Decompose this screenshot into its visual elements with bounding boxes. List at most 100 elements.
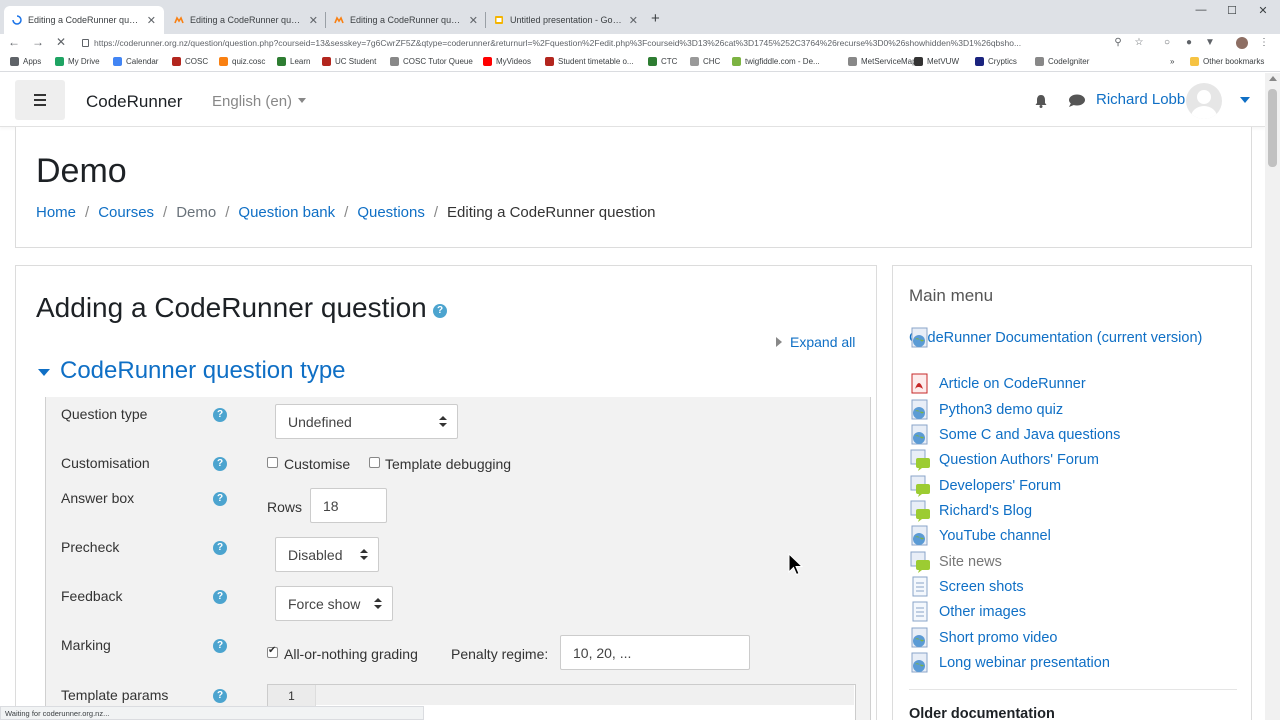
rows-input[interactable]: 18 xyxy=(310,488,387,523)
help-icon[interactable]: ? xyxy=(433,304,447,318)
main-menu-item-label: Screen shots xyxy=(939,579,1024,595)
bookmarks-overflow-icon[interactable]: » xyxy=(1170,57,1174,66)
forward-arrow-icon[interactable]: → xyxy=(32,35,44,49)
bookmark-item[interactable]: MetVUW xyxy=(914,57,959,66)
help-icon[interactable]: ? xyxy=(213,639,227,653)
precheck-select[interactable]: Disabled xyxy=(275,537,379,572)
customise-checkbox[interactable] xyxy=(267,457,278,468)
template-debugging-checkbox[interactable] xyxy=(369,457,380,468)
main-menu-item[interactable]: Other images xyxy=(909,601,1229,623)
bookmark-item[interactable]: UC Student xyxy=(322,57,376,66)
help-icon[interactable]: ? xyxy=(213,408,227,422)
messages-icon[interactable] xyxy=(1068,94,1086,108)
extension-icon[interactable]: ○ xyxy=(1161,37,1173,49)
collapse-chevron-icon[interactable] xyxy=(38,369,50,376)
tab-close-icon[interactable]: ✕ xyxy=(147,14,156,27)
bookmark-item[interactable]: My Drive xyxy=(55,57,100,66)
back-arrow-icon[interactable]: ← xyxy=(8,35,20,49)
hamburger-menu-button[interactable] xyxy=(15,80,65,120)
editor-active-line[interactable] xyxy=(316,685,854,705)
bookmark-star-icon[interactable]: ☆ xyxy=(1133,37,1145,49)
browser-tab-1[interactable]: Editing a CodeRunner question ✕ xyxy=(4,6,164,34)
help-icon[interactable]: ? xyxy=(213,541,227,555)
browser-menu-icon[interactable]: ⋮ xyxy=(1258,37,1270,49)
bookmark-item[interactable]: COSC xyxy=(172,57,208,66)
crest-icon xyxy=(322,57,331,66)
close-window-icon[interactable]: ✕ xyxy=(1253,4,1273,17)
breadcrumb-home[interactable]: Home xyxy=(36,204,76,221)
tab-close-icon[interactable]: ✕ xyxy=(309,14,318,27)
browser-tab-4[interactable]: Untitled presentation - Google S ✕ xyxy=(486,6,646,34)
feedback-select[interactable]: Force show xyxy=(275,586,393,621)
user-name[interactable]: Richard Lobb xyxy=(1096,91,1185,108)
bookmark-item[interactable]: Calendar xyxy=(113,57,158,66)
breadcrumb-question-bank[interactable]: Question bank xyxy=(238,204,335,221)
bookmark-item[interactable]: CTC xyxy=(648,57,677,66)
help-icon[interactable]: ? xyxy=(213,689,227,703)
zoom-icon[interactable]: ⚲ xyxy=(1112,37,1124,49)
help-icon[interactable]: ? xyxy=(213,492,227,506)
caret-right-icon xyxy=(776,337,782,347)
user-avatar[interactable] xyxy=(1186,83,1222,119)
main-menu-item[interactable]: YouTube channel xyxy=(909,525,1229,547)
scrollbar-thumb[interactable] xyxy=(1268,89,1277,167)
all-or-nothing-checkbox[interactable] xyxy=(267,645,278,658)
main-menu-item[interactable]: Some C and Java questions xyxy=(909,424,1229,446)
bookmark-item[interactable]: MyVideos xyxy=(483,57,531,66)
other-bookmarks-folder[interactable]: Other bookmarks xyxy=(1190,57,1264,66)
main-menu-item[interactable]: Article on CodeRunner xyxy=(909,373,1229,395)
bookmark-item[interactable]: twigfiddle.com - De... xyxy=(732,57,820,66)
main-menu-item[interactable]: Short promo video xyxy=(909,627,1229,649)
scroll-up-icon[interactable] xyxy=(1269,76,1277,81)
expand-all-link[interactable]: Expand all xyxy=(776,334,855,350)
template-params-label: Template params xyxy=(61,687,169,703)
slides-icon xyxy=(495,16,503,24)
section-title[interactable]: CodeRunner question type xyxy=(60,357,346,385)
address-toolbar: ← → ✕ https://coderunner.org.nz/question… xyxy=(0,34,1280,54)
main-menu-item[interactable]: Site news xyxy=(909,551,1229,573)
page-scrollbar[interactable] xyxy=(1265,73,1280,720)
main-menu-item[interactable]: Richard's Blog xyxy=(909,500,1229,522)
breadcrumb-questions[interactable]: Questions xyxy=(357,204,425,221)
bookmark-item[interactable]: MetServiceMap xyxy=(848,57,917,66)
browser-tab-3[interactable]: Editing a CodeRunner question ✕ xyxy=(326,6,486,34)
bookmark-item[interactable]: Learn xyxy=(277,57,310,66)
main-menu-item[interactable]: Python3 demo quiz xyxy=(909,399,1229,421)
extension-icon[interactable]: ● xyxy=(1183,37,1195,49)
new-tab-button[interactable]: + xyxy=(651,10,660,27)
user-menu-caret-icon[interactable] xyxy=(1240,97,1250,103)
bookmark-item[interactable]: CHC xyxy=(690,57,720,66)
tab-close-icon[interactable]: ✕ xyxy=(469,14,478,27)
breadcrumb-courses[interactable]: Courses xyxy=(98,204,154,221)
main-menu-item-label: Richard's Blog xyxy=(939,503,1033,519)
bookmark-item[interactable]: CodeIgniter xyxy=(1035,57,1089,66)
extension-icon[interactable]: ▼ xyxy=(1204,37,1216,49)
penalty-regime-input[interactable]: 10, 20, ... xyxy=(560,635,750,670)
main-menu-item[interactable]: Developers' Forum xyxy=(909,475,1229,497)
browser-tab-2[interactable]: Editing a CodeRunner question ✕ xyxy=(166,6,326,34)
bookmark-item[interactable]: quiz.cosc xyxy=(219,57,265,66)
bookmark-item[interactable]: Student timetable o... xyxy=(545,57,634,66)
url-bar[interactable]: https://coderunner.org.nz/question/quest… xyxy=(78,35,1134,52)
tab-close-icon[interactable]: ✕ xyxy=(629,14,638,27)
main-menu-item[interactable]: Screen shots xyxy=(909,576,1229,598)
forum-icon xyxy=(910,475,930,497)
bookmark-item[interactable]: COSC Tutor Queue xyxy=(390,57,473,66)
bookmark-item[interactable]: Cryptics xyxy=(975,57,1017,66)
site-brand[interactable]: CodeRunner xyxy=(86,92,182,112)
main-menu-item[interactable]: CodeRunner Documentation (current versio… xyxy=(909,327,1229,349)
notification-bell-icon[interactable] xyxy=(1034,94,1048,108)
question-type-select[interactable]: Undefined xyxy=(275,404,458,439)
minimize-icon[interactable]: — xyxy=(1191,4,1211,16)
maximize-icon[interactable]: ☐ xyxy=(1222,4,1242,17)
breadcrumb: Home / Courses / Demo / Question bank / Question… xyxy=(36,204,656,221)
bookmark-item[interactable]: Apps xyxy=(10,57,41,66)
stop-loading-icon[interactable]: ✕ xyxy=(56,35,66,49)
profile-avatar-icon[interactable] xyxy=(1236,37,1248,49)
main-menu-item[interactable]: Long webinar presentation xyxy=(909,652,1229,674)
language-menu[interactable]: English (en) xyxy=(212,93,307,110)
help-icon[interactable]: ? xyxy=(213,590,227,604)
help-icon[interactable]: ? xyxy=(213,457,227,471)
main-menu-item[interactable]: Question Authors' Forum xyxy=(909,449,1229,471)
tab-title: Editing a CodeRunner question xyxy=(350,15,463,25)
